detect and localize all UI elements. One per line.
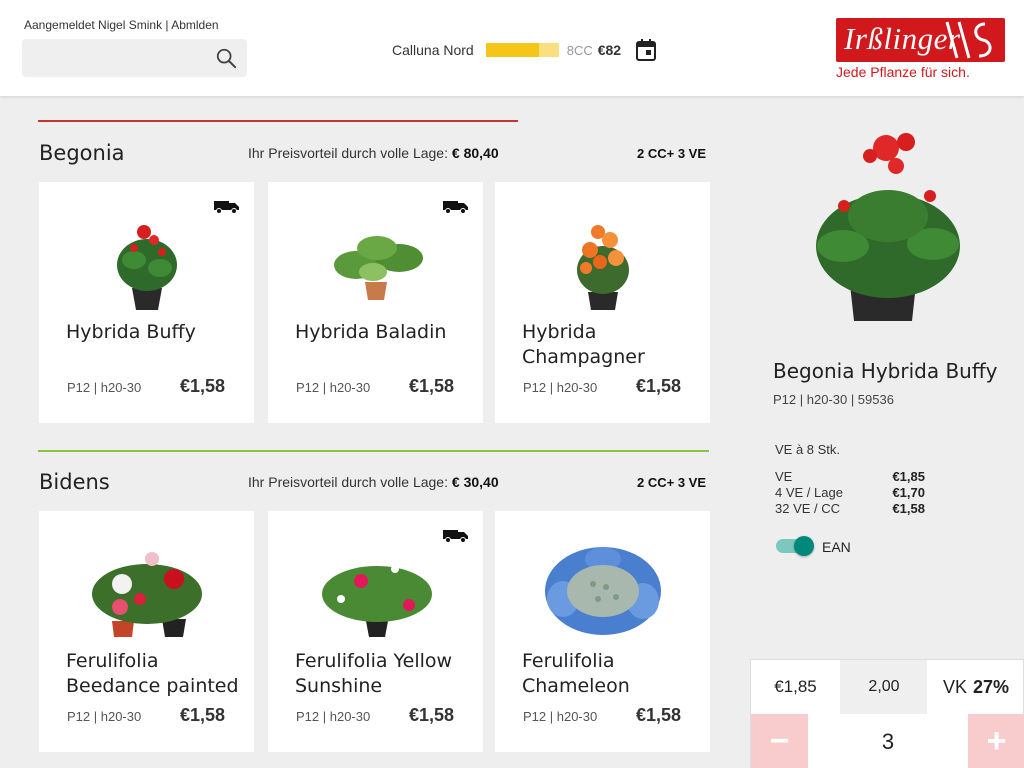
section-cc-begonia: 2 CC+ 3 VE (637, 146, 707, 161)
decrement-button[interactable]: − (751, 714, 808, 768)
detail-title: Begonia Hybrida Buffy (773, 359, 998, 383)
section-divider-bidens (38, 450, 709, 452)
search-input[interactable] (22, 39, 247, 77)
product-price: €1,58 (408, 705, 454, 725)
price-row: VE €1,85 (775, 469, 925, 485)
section-title-bidens: Bidens (39, 470, 110, 494)
advantage-label: Ihr Preisvorteil durch volle Lage: (248, 145, 448, 161)
product-card[interactable]: Ferulifolia Chameleon P12 | h20-30 €1,58 (495, 511, 710, 752)
detail-price-table: VE €1,85 4 VE / Lage €1,70 32 VE / CC €1… (775, 469, 925, 517)
product-card[interactable]: Ferulifolia Yellow Sunshine P12 | h20-30… (268, 511, 483, 752)
location-label: Calluna Nord (392, 42, 474, 58)
product-price: €1,58 (635, 705, 681, 725)
plant-image-hibiscus-mix (91, 552, 202, 637)
toggle-knob (794, 536, 814, 556)
product-meta: P12 | h20-30 (296, 380, 371, 395)
plant-image-red-begonia (116, 225, 177, 310)
product-name: Hybrida Champagner (522, 321, 645, 368)
price-row-label: VE (775, 469, 793, 484)
product-name: Hybrida Buffy (66, 321, 196, 343)
product-name: Ferulifolia Beedance painted (66, 650, 239, 697)
price-row-value: €1,85 (892, 469, 925, 484)
product-card[interactable]: Hybrida Champagner P12 | h20-30 €1,58 (495, 182, 710, 423)
ean-toggle[interactable] (776, 536, 814, 556)
truck-icon (214, 201, 239, 214)
product-meta: P12 | h20-30 (523, 709, 598, 724)
logo-tagline: Jede Pflanze für sich. (836, 64, 970, 80)
plant-image-green-begonia (333, 236, 423, 300)
cart-total: €82 (597, 42, 622, 58)
cc-count: 8CC (566, 42, 593, 58)
logo-wordmark: Irßlinger (844, 21, 961, 56)
order-vk[interactable]: VK 27% (927, 660, 1024, 714)
quantity-input[interactable]: 3 (808, 714, 968, 768)
brand-logo[interactable]: Irßlinger Jede Pflanze für sich. (836, 18, 1006, 82)
section-title-begonia: Begonia (39, 141, 125, 165)
order-price: €1,85 (751, 660, 841, 714)
detail-ve-info: VE à 8 Stk. (775, 442, 841, 457)
price-row-label: 32 VE / CC (775, 501, 841, 516)
plant-image-orange-begonia (576, 225, 629, 310)
section-cc-bidens: 2 CC+ 3 VE (637, 475, 707, 490)
section-divider-begonia (38, 120, 518, 122)
logo-box: Irßlinger (836, 18, 1005, 62)
product-name: Hybrida Baladin (295, 321, 447, 343)
product-meta: P12 | h20-30 (67, 709, 142, 724)
product-meta: P12 | h20-30 (523, 380, 598, 395)
price-row-value: €1,70 (892, 485, 925, 500)
cart-progress-bar (485, 43, 559, 57)
detail-plant-image (816, 133, 960, 321)
login-status[interactable]: Aangemeldet Nigel Smink | Abmlden (24, 18, 219, 32)
vk-label: VK (942, 676, 967, 697)
price-row: 32 VE / CC €1,58 (775, 501, 925, 517)
search-icon[interactable] (215, 47, 237, 69)
price-row-value: €1,58 (892, 501, 925, 516)
advantage-value: € 30,40 (451, 474, 499, 490)
section-advantage-begonia: Ihr Preisvorteil durch volle Lage: € 80,… (248, 145, 499, 161)
truck-icon (443, 201, 468, 214)
logo-mark-icon (945, 21, 992, 59)
product-price: €1,58 (408, 376, 454, 396)
price-row: 4 VE / Lage €1,70 (775, 485, 925, 501)
increment-button[interactable]: + (968, 714, 1024, 768)
vk-value: 27% (972, 676, 1010, 697)
cart-summary[interactable]: Calluna Nord 8CC €82 (392, 40, 621, 60)
order-widget: €1,85 2,00 VK 27% − 3 + (750, 659, 1024, 768)
price-row-label: 4 VE / Lage (775, 485, 843, 500)
header-bar: Aangemeldet Nigel Smink | Abmlden Callun… (0, 0, 1024, 96)
calendar-icon[interactable] (636, 39, 656, 61)
plant-image-blue-hydrangea (544, 547, 661, 635)
product-price: €1,58 (179, 376, 225, 396)
section-advantage-bidens: Ihr Preisvorteil durch volle Lage: € 30,… (248, 474, 499, 490)
product-name: Ferulifolia Yellow Sunshine (295, 650, 453, 697)
product-price: €1,58 (635, 376, 681, 396)
truck-icon (443, 530, 468, 543)
product-name: Ferulifolia Chameleon (522, 650, 630, 697)
plant-image-pink-flowers (321, 557, 432, 637)
detail-meta: P12 | h20-30 | 59536 (773, 392, 894, 407)
product-meta: P12 | h20-30 (67, 380, 142, 395)
order-factor-input[interactable]: 2,00 (841, 660, 927, 714)
advantage-label: Ihr Preisvorteil durch volle Lage: (248, 474, 448, 490)
product-card[interactable]: Ferulifolia Beedance painted P12 | h20-3… (39, 511, 254, 752)
advantage-value: € 80,40 (451, 145, 499, 161)
ean-label: EAN (822, 539, 851, 555)
cart-progress-fill (485, 43, 539, 57)
product-card[interactable]: Hybrida Buffy P12 | h20-30 €1,58 (39, 182, 254, 423)
product-price: €1,58 (179, 705, 225, 725)
product-card[interactable]: Hybrida Baladin P12 | h20-30 €1,58 (268, 182, 483, 423)
product-meta: P12 | h20-30 (296, 709, 371, 724)
